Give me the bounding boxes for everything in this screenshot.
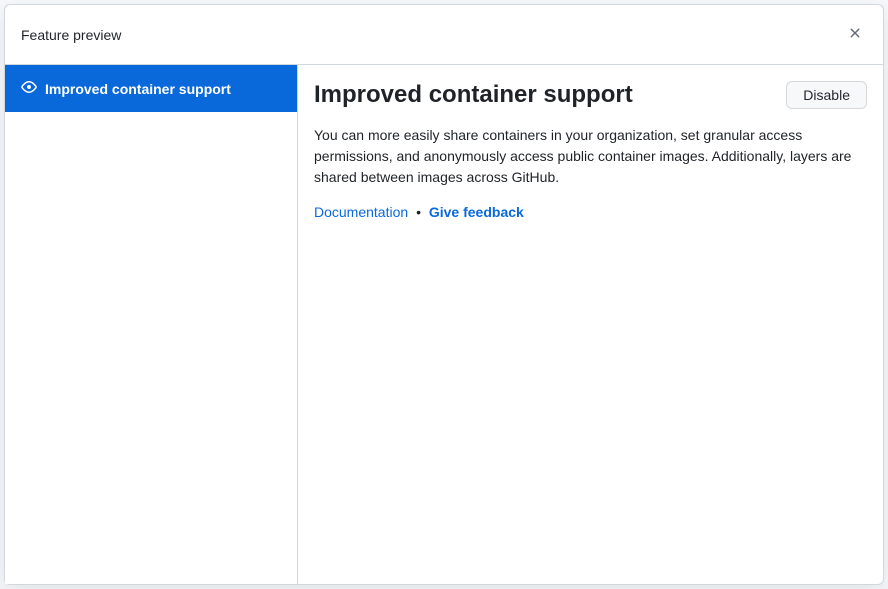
modal-header: Feature preview — [5, 5, 883, 65]
close-button[interactable] — [843, 21, 867, 48]
sidebar-item-label: Improved container support — [45, 81, 231, 97]
content-title: Improved container support — [314, 81, 633, 109]
content-description: You can more easily share containers in … — [314, 125, 867, 188]
content-links: Documentation • Give feedback — [314, 204, 867, 220]
eye-icon — [21, 79, 37, 98]
modal-title: Feature preview — [21, 27, 121, 43]
content-header: Improved container support Disable — [314, 81, 867, 109]
feature-preview-modal: Feature preview Improved container suppo… — [4, 4, 884, 585]
content-panel: Improved container support Disable You c… — [298, 65, 883, 584]
documentation-link[interactable]: Documentation — [314, 204, 408, 220]
modal-body: Improved container support Improved cont… — [5, 65, 883, 584]
link-separator: • — [416, 204, 421, 220]
sidebar: Improved container support — [5, 65, 298, 584]
disable-button[interactable]: Disable — [786, 81, 867, 109]
sidebar-item-improved-container-support[interactable]: Improved container support — [5, 65, 297, 112]
close-icon — [847, 25, 863, 44]
give-feedback-link[interactable]: Give feedback — [429, 204, 524, 220]
